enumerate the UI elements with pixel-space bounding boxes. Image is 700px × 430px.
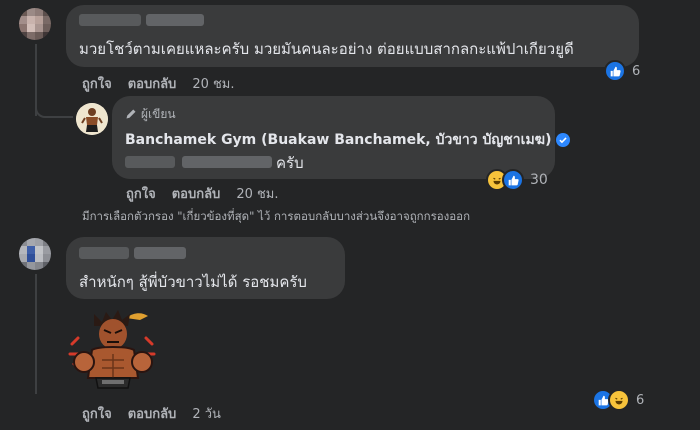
page-name[interactable]: Banchamek Gym (Buakaw Banchamek, บัวขาว … (125, 129, 551, 151)
timestamp[interactable]: 20 ชม. (236, 187, 278, 202)
like-icon (604, 60, 626, 82)
haha-icon (608, 389, 630, 411)
fighter-sticker[interactable] (64, 304, 162, 396)
verified-badge-icon (556, 133, 571, 147)
like-button[interactable]: ถูกใจ (82, 407, 112, 422)
page-avatar[interactable] (76, 103, 108, 135)
timestamp[interactable]: 2 วัน (192, 407, 221, 422)
reaction-summary[interactable]: 30 (486, 169, 548, 191)
filter-note: มีการเลือกตัวกรอง "เกี่ยวข้องที่สุด" ไว้… (82, 209, 471, 223)
reply-actions: ถูกใจ ตอบกลับ 20 ชม. (126, 183, 295, 204)
author-badge: ผู้เขียน (125, 105, 176, 124)
comment-actions: ถูกใจ ตอบกลับ 2 วัน (82, 403, 237, 424)
reaction-count: 6 (636, 392, 645, 408)
pencil-icon (125, 105, 137, 124)
reply-button[interactable]: ตอบกลับ (128, 77, 177, 92)
tagged-name-redacted[interactable] (125, 156, 175, 168)
comment-bubble: สำหนักๆ สู้พี่บัวขาวไม่ได้ รอชมครับ (66, 237, 345, 299)
comment-text: สำหนักๆ สู้พี่บัวขาวไม่ได้ รอชมครับ (79, 273, 307, 291)
comment-actions: ถูกใจ ตอบกลับ 20 ชม. (82, 73, 251, 94)
comment-bubble: มวยโชว์ตามเคยแหละครับ มวยมันคนละอย่าง ต่… (66, 5, 639, 67)
thread-branch (35, 104, 73, 118)
thread-line (35, 274, 37, 394)
like-icon (502, 169, 524, 191)
reaction-count: 6 (632, 63, 641, 79)
commenter-name-redacted (146, 14, 204, 26)
like-button[interactable]: ถูกใจ (126, 187, 156, 202)
reply-text-suffix: ครับ (276, 154, 304, 172)
commenter-avatar[interactable] (19, 8, 51, 40)
reaction-count: 30 (530, 172, 548, 188)
commenter-name-redacted[interactable] (79, 14, 141, 26)
author-label: ผู้เขียน (141, 107, 176, 121)
comment-text: มวยโชว์ตามเคยแหละครับ มวยมันคนละอย่าง ต่… (79, 40, 574, 58)
timestamp[interactable]: 20 ชม. (192, 77, 234, 92)
commenter-name-redacted (134, 247, 186, 259)
reaction-summary[interactable]: 6 (592, 389, 645, 411)
tagged-name-redacted (182, 156, 272, 168)
commenter-avatar[interactable] (19, 238, 51, 270)
reply-button[interactable]: ตอบกลับ (128, 407, 177, 422)
commenter-name-redacted[interactable] (79, 247, 129, 259)
reply-bubble: ผู้เขียน Banchamek Gym (Buakaw Banchamek… (112, 96, 571, 179)
reaction-summary[interactable]: 6 (604, 60, 641, 82)
reply-button[interactable]: ตอบกลับ (172, 187, 221, 202)
like-button[interactable]: ถูกใจ (82, 77, 112, 92)
